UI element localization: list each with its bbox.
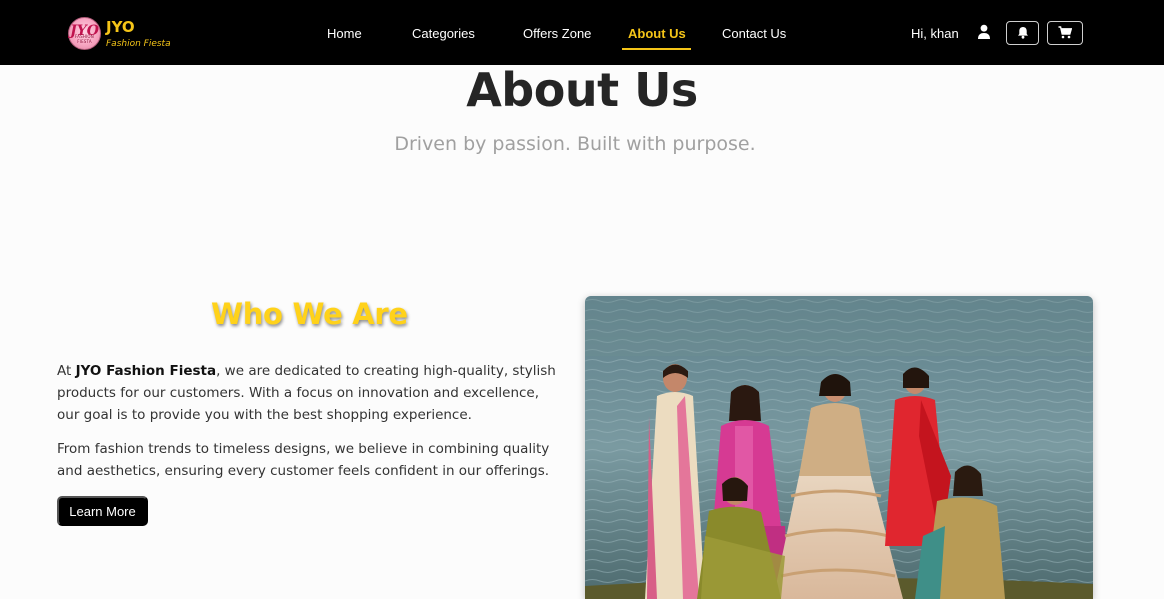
navbar: JYO FASHION FIESTA JYO Fashion Fiesta Ho… (0, 0, 1164, 65)
logo-subtext: FASHION FIESTA (75, 33, 94, 44)
brand-text: JYO Fashion Fiesta (106, 18, 171, 49)
nav-about-us[interactable]: About Us (628, 26, 686, 41)
notifications-button[interactable] (1006, 21, 1039, 45)
bell-icon (1017, 24, 1029, 43)
nav-home[interactable]: Home (327, 26, 362, 41)
user-icon[interactable] (977, 24, 991, 40)
who-we-are-heading: Who We Are (211, 297, 408, 331)
brand-tagline: Fashion Fiesta (106, 38, 171, 49)
learn-more-button[interactable]: Learn More (57, 496, 148, 526)
cart-icon (1058, 24, 1073, 43)
nav-categories[interactable]: Categories (412, 26, 475, 41)
cart-button[interactable] (1047, 21, 1083, 45)
para1-brand-name: JYO Fashion Fiesta (75, 363, 217, 379)
brand-name: JYO (106, 17, 135, 36)
who-we-are-paragraph-1: At JYO Fashion Fiesta, we are dedicated … (57, 360, 557, 426)
page-title: About Us (466, 63, 698, 117)
user-greeting: Hi, khan (911, 26, 959, 41)
para1-prefix: At (57, 363, 76, 379)
active-nav-underline (622, 48, 691, 50)
page-subtitle: Driven by passion. Built with purpose. (394, 133, 756, 155)
who-we-are-paragraph-2: From fashion trends to timeless designs,… (57, 441, 550, 479)
nav-offers-zone[interactable]: Offers Zone (523, 26, 591, 41)
brand-logo-link[interactable]: JYO FASHION FIESTA JYO Fashion Fiesta (68, 15, 171, 51)
nav-contact-us[interactable]: Contact Us (722, 26, 786, 41)
team-photo (585, 296, 1093, 599)
brand-logo-icon: JYO FASHION FIESTA (68, 16, 101, 50)
